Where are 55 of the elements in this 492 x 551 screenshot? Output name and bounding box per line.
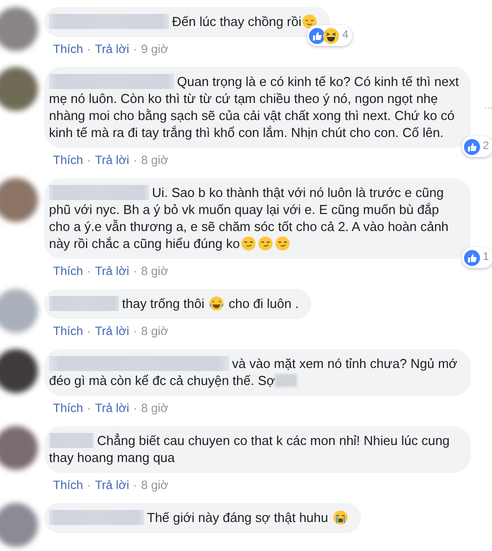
thumbs-up-icon xyxy=(464,138,480,154)
separator-dot: · xyxy=(87,401,92,415)
comment-text: Thế giới này đáng sợ thật huhu xyxy=(147,510,330,525)
reaction-count[interactable]: 4 xyxy=(307,25,352,46)
text-blur xyxy=(275,374,298,387)
reply-link[interactable]: Trả lời xyxy=(95,324,130,338)
timestamp[interactable]: 8 giờ xyxy=(141,324,168,338)
reply-link[interactable]: Trả lời xyxy=(95,478,130,492)
reply-link[interactable]: Trả lời xyxy=(95,264,130,278)
comment-text: Ui. Sao b ko thành thật với nó luôn là trước e cũng phũ với nyc. Bh a ý bỏ vk muốn quay lại với e. E cũng muốn bù đắp cho a ý.e vẫn thương a, e sẽ chăm sóc tốt cho cả 2. A vào hoàn cảnh này rồi chắc a cũng hiểu đúng ko xyxy=(49,184,450,252)
like-link[interactable]: Thích xyxy=(53,264,84,278)
separator-dot: · xyxy=(133,264,138,278)
smiling-face-icon xyxy=(258,236,273,251)
separator-dot: · xyxy=(87,264,92,278)
smiling-face-icon xyxy=(302,14,318,29)
timestamp[interactable]: 8 giờ xyxy=(141,264,168,278)
like-link[interactable]: Thích xyxy=(53,153,84,167)
separator-dot: · xyxy=(87,324,92,338)
separator-dot: · xyxy=(133,478,138,492)
comment-text: thay trống thôi xyxy=(122,296,206,311)
reaction-count[interactable]: 1 xyxy=(462,247,492,268)
separator-dot: · xyxy=(133,324,138,338)
timestamp[interactable]: 9 giờ xyxy=(141,42,168,56)
comment-text: Quan trọng là e có kinh tế ko? Có kinh tế thì next mẹ nó luôn. Còn ko thì từ từ cứ tạm chiều theo ý nó, ngon ngọt nhẹ nhàng moi cho bằng sạch sẽ của cải vật chất xong thì next. Chứ ko có kinh tế mà ra đi tay trắng thì khổ con lắm. Nhịn chút cho con. Cố lên. xyxy=(49,73,459,141)
reply-link[interactable]: Trả lời xyxy=(95,42,130,56)
reply-link[interactable]: Trả lời xyxy=(95,401,130,415)
timestamp[interactable]: 8 giờ xyxy=(141,478,168,492)
separator-dot: · xyxy=(87,153,92,167)
separator-dot: · xyxy=(87,478,92,492)
reply-link[interactable]: Trả lời xyxy=(95,153,130,167)
avatar-blur[interactable] xyxy=(0,67,38,111)
comment-text: và vào mặt xem nó tỉnh chưa? Ngủ mớ đéo gì mà còn kể đc cả chuyện thế. Sợ xyxy=(49,355,458,389)
avatar-blur[interactable] xyxy=(0,349,38,393)
reaction-count[interactable]: 2 xyxy=(462,136,492,157)
crying-face-icon xyxy=(332,510,348,525)
smiling-face-icon xyxy=(274,236,290,251)
avatar-blur[interactable] xyxy=(0,426,38,470)
like-link[interactable]: Thích xyxy=(53,324,84,338)
like-link[interactable]: Thích xyxy=(53,478,84,492)
comment-text: cho đi luôn . xyxy=(228,296,299,311)
like-link[interactable]: Thích xyxy=(53,42,84,56)
like-link[interactable]: Thích xyxy=(53,401,84,415)
thumbs-up-icon xyxy=(464,250,480,266)
laughing-face-icon xyxy=(323,28,340,44)
separator-dot: · xyxy=(133,401,138,415)
separator-dot: · xyxy=(133,42,138,56)
comment-text: Chẳng biết cau chuyen co that k các mon nhỉ! Nhieu lúc cung thay hoang mang qua xyxy=(49,432,451,466)
smiling-face-icon xyxy=(240,236,256,251)
separator-dot: · xyxy=(133,153,138,167)
comment-text: Đến lúc thay chồng rồi xyxy=(172,14,302,29)
thumbs-up-icon xyxy=(309,28,326,44)
separator-dot: · xyxy=(87,42,92,56)
timestamp[interactable]: 8 giờ xyxy=(141,153,168,167)
laughing-face-icon xyxy=(209,296,224,311)
timestamp[interactable]: 8 giờ xyxy=(141,401,168,415)
